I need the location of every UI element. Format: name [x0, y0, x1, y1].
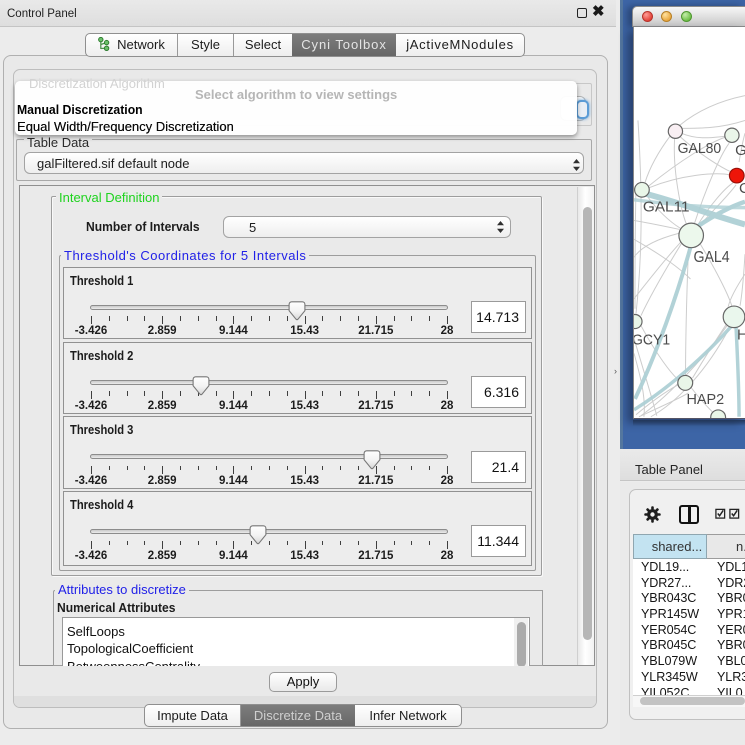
- svg-text:GAL11: GAL11: [643, 200, 690, 216]
- svg-text:GCY1: GCY1: [633, 332, 670, 348]
- svg-text:GA: GA: [735, 143, 745, 159]
- svg-text:H: H: [737, 327, 745, 343]
- svg-text:HAP2: HAP2: [687, 392, 725, 408]
- svg-text:GAL4: GAL4: [693, 249, 729, 266]
- svg-text:C: C: [739, 181, 745, 197]
- svg-text:GAL80: GAL80: [678, 141, 722, 157]
